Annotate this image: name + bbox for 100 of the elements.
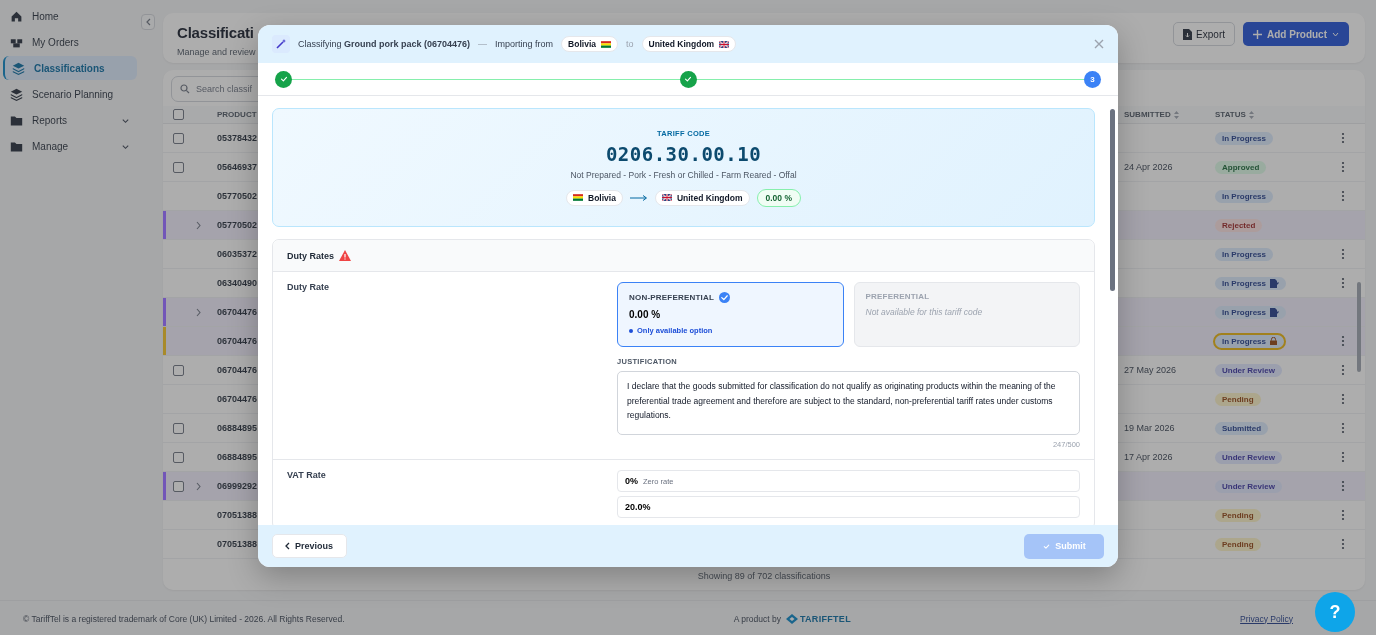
check-icon: [1042, 541, 1052, 551]
layers-icon: [12, 61, 25, 75]
product-code: 06884895: [217, 452, 258, 462]
importing-label: Importing from: [495, 39, 554, 49]
expand-chevron-icon[interactable]: [195, 481, 202, 491]
status-badge: In Progress: [1215, 189, 1273, 203]
collapse-button[interactable]: [141, 14, 155, 30]
export-button[interactable]: Export: [1173, 22, 1235, 46]
dialog-title: Classifying Ground pork pack (06704476): [298, 39, 471, 49]
origin-chip: Bolivia: [561, 36, 618, 52]
sidebar-item[interactable]: Classifications: [3, 56, 137, 80]
chevron-left-icon: [145, 18, 151, 26]
close-icon[interactable]: [1094, 39, 1104, 49]
justification-field[interactable]: I declare that the goods submitted for classification do not qualify as originating products within the meaning of the preferential trade agreement and therefore are subject to the standard, non-preferential tariff rates under customs regulations.: [617, 371, 1080, 435]
product-code: 06704476: [217, 394, 258, 404]
sidebar-item[interactable]: Reports: [3, 108, 137, 132]
bolivia-flag-icon: [601, 40, 611, 48]
origin-chip: Bolivia: [566, 189, 623, 206]
row-checkbox[interactable]: [173, 480, 184, 492]
sort-icon[interactable]: [1173, 110, 1179, 119]
sidebar-item[interactable]: Home: [3, 4, 137, 28]
destination-chip: United Kingdom: [641, 36, 737, 52]
destination-chip: United Kingdom: [654, 189, 750, 206]
product-code: 06340490: [217, 278, 258, 288]
results-summary: Showing 89 of 702 classifications: [697, 571, 831, 583]
field-label: Duty Rate: [287, 282, 330, 294]
help-button[interactable]: ?: [1315, 592, 1355, 632]
bolivia-flag-icon: [573, 194, 583, 201]
product-code: 06704476: [217, 336, 258, 346]
product-code: 05646937: [217, 162, 258, 172]
tariff-description: Not Prepared - Pork - Fresh or Chilled - Farm Reared - Offal: [570, 169, 797, 180]
duty-rate-badge: 0.00 %: [756, 188, 801, 207]
document-edit-icon: [1270, 307, 1279, 317]
search-icon: [180, 84, 190, 94]
brand-logo: TARIFFTEL: [785, 613, 851, 624]
sidebar-item[interactable]: My Orders: [3, 30, 137, 54]
folder-icon: [10, 113, 23, 127]
column-header[interactable]: SUBMITTED: [1124, 110, 1171, 119]
arrow-icon: [629, 193, 648, 202]
product-code: 06999292: [217, 481, 258, 491]
folder-icon: [10, 139, 23, 153]
sidebar-item[interactable]: Scenario Planning: [3, 82, 137, 106]
product-code: 06704476: [217, 365, 258, 375]
section-title: Duty Rates: [287, 250, 334, 261]
status-badge: In Progress: [1215, 334, 1284, 348]
product-code: 07051388: [217, 539, 258, 549]
tariff-code: 0206.30.00.10: [605, 142, 762, 165]
page-title: Classificati: [177, 24, 255, 41]
product-code: 05770502: [217, 191, 258, 201]
previous-button[interactable]: Previous: [272, 534, 348, 558]
field-label: VAT Rate: [287, 470, 327, 482]
row-checkbox[interactable]: [173, 364, 184, 376]
privacy-policy-link[interactable]: Privacy Policy: [1240, 613, 1293, 624]
submitted-date: 27 May 2026: [1124, 365, 1178, 375]
status-badge: Under Review: [1215, 363, 1282, 377]
status-badge: Under Review: [1215, 450, 1282, 464]
status-badge: Rejected: [1215, 218, 1263, 232]
status-badge: Under Review: [1215, 479, 1282, 493]
row-checkbox[interactable]: [173, 422, 184, 434]
product-code: 07051388: [217, 510, 258, 520]
home-icon: [10, 9, 23, 23]
plus-icon: [1253, 29, 1262, 39]
document-edit-icon: [1270, 278, 1279, 288]
row-checkbox[interactable]: [173, 161, 184, 173]
row-checkbox[interactable]: [173, 451, 184, 463]
status-badge: In Progress: [1215, 305, 1286, 319]
uk-flag-icon: [661, 194, 672, 201]
status-badge: Pending: [1215, 392, 1261, 406]
status-badge: Pending: [1215, 508, 1261, 522]
chevron-left-icon: [284, 542, 290, 550]
check-circle-icon: [719, 292, 730, 303]
sidebar-item[interactable]: Manage: [3, 134, 137, 158]
column-header[interactable]: STATUS: [1215, 110, 1246, 119]
scrollbar[interactable]: [1357, 282, 1361, 372]
sort-icon[interactable]: [1248, 110, 1254, 119]
status-badge: In Progress: [1215, 276, 1286, 290]
status-badge: Pending: [1215, 537, 1261, 551]
product-code: 06704476: [217, 307, 258, 317]
select-all-checkbox[interactable]: [173, 109, 184, 120]
separator-dash: —: [478, 39, 488, 49]
row-checkbox[interactable]: [173, 132, 184, 144]
status-badge: In Progress: [1215, 131, 1273, 145]
copyright-text: © TariffTel is a registered trademark of Core (UK) Limited - 2026. All Rights Reserved.: [23, 613, 345, 624]
lock-icon: [1270, 337, 1277, 345]
submitted-date: 24 Apr 2026: [1124, 162, 1174, 172]
uk-flag-icon: [719, 40, 730, 48]
submitted-date: 17 Apr 2026: [1124, 452, 1174, 462]
file-download-icon: [1183, 28, 1193, 40]
product-by-text: A product by: [733, 613, 781, 624]
step-indicator: 3: [1084, 70, 1101, 88]
caret-icon: [1332, 31, 1339, 37]
product-code: 05378432: [217, 133, 258, 143]
status-badge: In Progress: [1215, 247, 1273, 261]
vat-option[interactable]: 20.0%: [617, 496, 1080, 518]
status-badge: Approved: [1215, 160, 1267, 174]
expand-chevron-icon[interactable]: [195, 307, 202, 317]
product-code: 05770502: [217, 220, 258, 230]
to-label: to: [626, 39, 634, 49]
add-product-button[interactable]: Add Product: [1243, 22, 1349, 46]
expand-chevron-icon[interactable]: [195, 220, 202, 230]
